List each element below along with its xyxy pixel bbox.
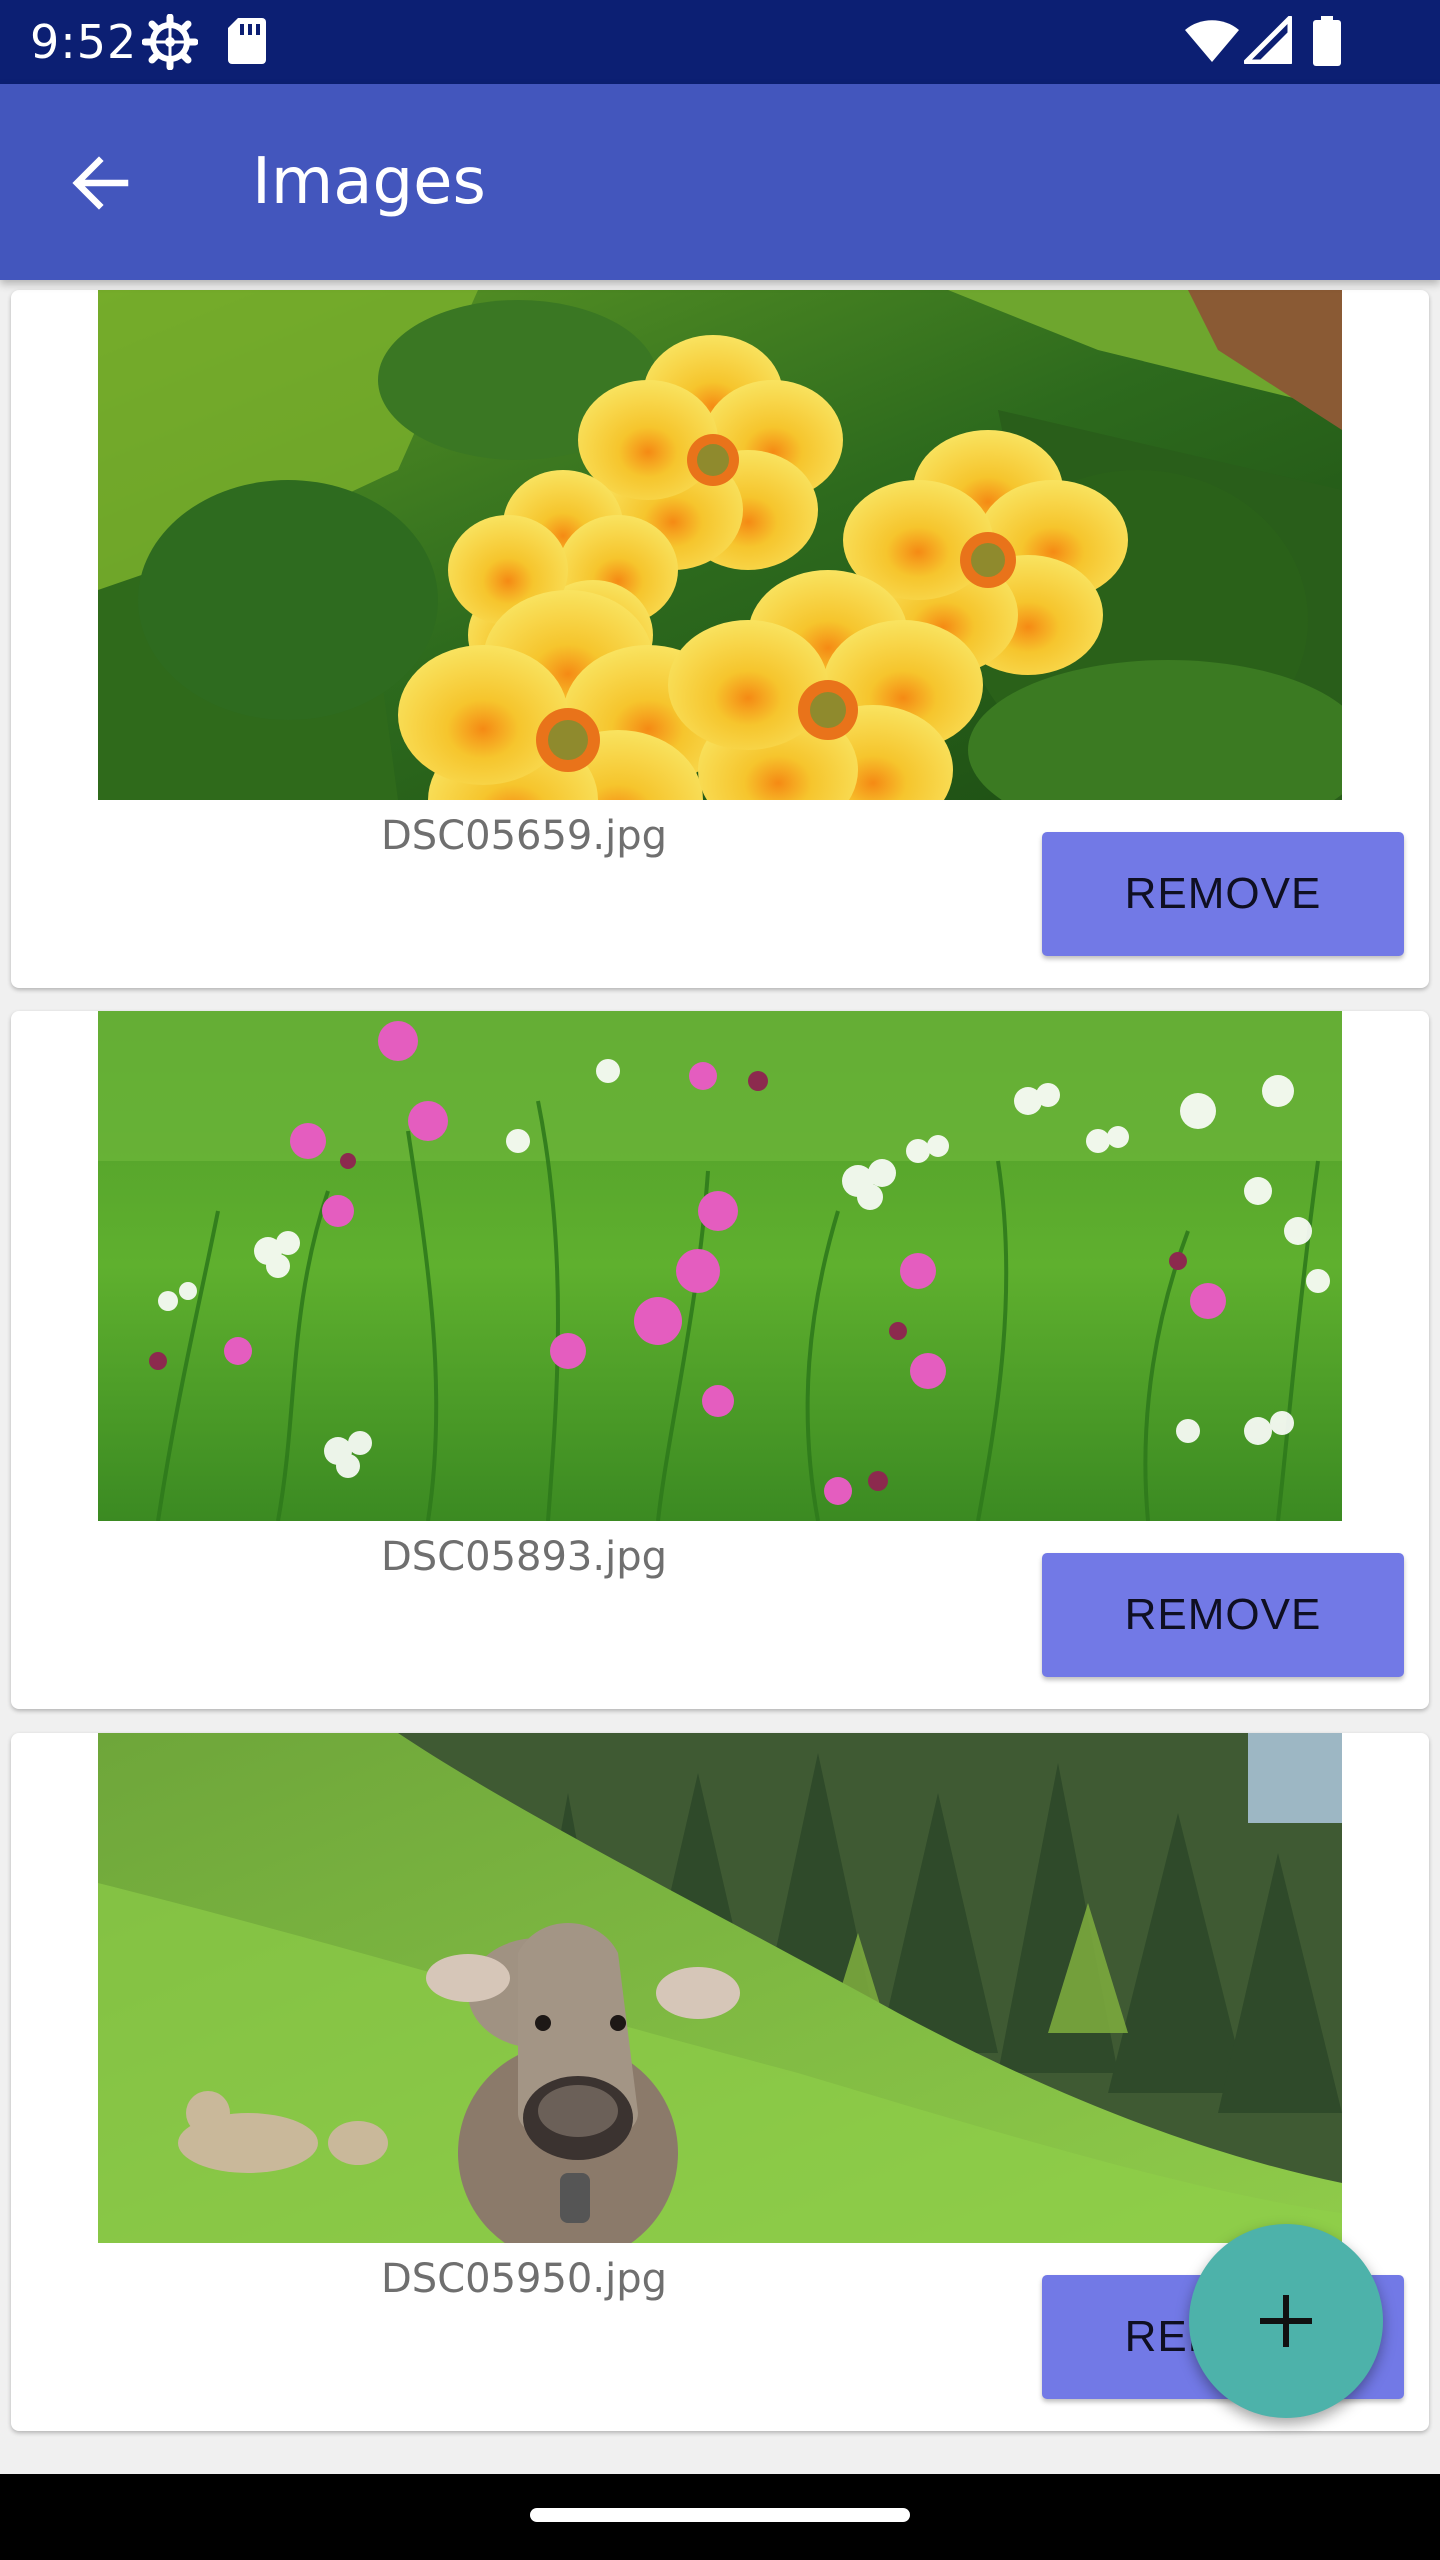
meadow-photo bbox=[98, 1011, 1342, 1521]
primrose-photo bbox=[98, 290, 1342, 800]
back-button[interactable] bbox=[44, 128, 154, 238]
status-time: 9:52 bbox=[30, 15, 138, 69]
file-name: DSC05659.jpg bbox=[381, 813, 667, 859]
battery-icon bbox=[1313, 16, 1341, 66]
status-bar: 9:52 bbox=[0, 0, 1440, 84]
sd-card-icon bbox=[228, 18, 266, 64]
image-thumbnail[interactable] bbox=[98, 290, 1342, 800]
wifi-icon bbox=[1185, 20, 1239, 62]
remove-button[interactable]: REMOVE bbox=[1042, 832, 1404, 956]
file-name: DSC05950.jpg bbox=[381, 2256, 667, 2302]
arrow-back-icon bbox=[72, 156, 129, 210]
image-thumbnail[interactable] bbox=[98, 1011, 1342, 1521]
image-card: DSC05659.jpg REMOVE bbox=[11, 290, 1429, 988]
add-image-fab[interactable] bbox=[1189, 2224, 1383, 2418]
page-title: Images bbox=[252, 145, 486, 219]
cell-signal-icon bbox=[1244, 16, 1292, 64]
app-bar: Images bbox=[0, 84, 1440, 280]
cow-photo bbox=[98, 1733, 1342, 2243]
plus-icon bbox=[1260, 2295, 1312, 2347]
file-name: DSC05893.jpg bbox=[381, 1534, 667, 1580]
settings-icon bbox=[142, 14, 198, 70]
remove-button[interactable]: REMOVE bbox=[1042, 1553, 1404, 1677]
image-card: DSC05893.jpg REMOVE bbox=[11, 1011, 1429, 1709]
image-thumbnail[interactable] bbox=[98, 1733, 1342, 2243]
home-handle[interactable] bbox=[530, 2508, 910, 2522]
